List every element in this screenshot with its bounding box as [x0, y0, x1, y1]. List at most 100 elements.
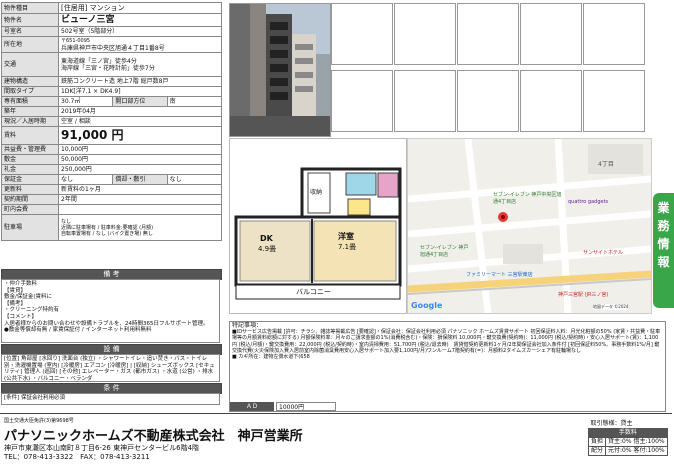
struct-value: 鉄筋コンクリート造 地上7階 総戸数8戸 [58, 76, 222, 87]
map-graphics [408, 139, 651, 313]
dk-label: DK [260, 234, 273, 243]
traffic-2: 海岸線「三宮・花時計前」徒歩7分 [61, 64, 155, 72]
rent-label: 賃料 [1, 126, 59, 145]
parking-label: 駐車場 [1, 214, 59, 241]
map-quattro: quattro gadgets [568, 199, 609, 205]
fee-row-label: 配分 [587, 446, 607, 456]
remarks-line: ・仲介手数料 [4, 281, 38, 287]
equipment-text: [位置] 角部屋 [水回り] 洗面台 (独立) ・シャワートイレ・追い焚き・バス… [1, 354, 220, 382]
room-label: 号室名 [1, 26, 59, 37]
deal-form-value: 貸主 [620, 420, 633, 427]
direction-label: 開口部方位 [112, 96, 168, 107]
direction-value: 南 [166, 96, 223, 107]
map-google-logo: Google [411, 301, 443, 310]
special-notes: 特記事項： ■IDサービス広告掲載 [許可：チラシ、雑誌等掲載広告 [要確認]・… [229, 321, 666, 412]
map-seven-eleven-2: セブン-イレブン 神戸旭通4丁目店 [420, 245, 469, 258]
storage-label: 収納 [310, 189, 323, 196]
transaction-table: 取引態様：貸主 手数料 負担 貸主:0% 借主:100% 配分 元付:0% 客付:1… [587, 420, 668, 456]
name-value: ビューノ三宮 [58, 13, 222, 27]
status-value: 空室 / 相談 [58, 116, 222, 127]
layout-label: 間取タイプ [1, 86, 59, 97]
guarantee-label: 保証金 [1, 174, 59, 185]
status-label: 現況／入居時期 [1, 116, 59, 127]
term-value: 2年間 [58, 194, 222, 205]
renewal-label: 更新料 [1, 184, 59, 195]
notes-key: ■ カギ所在：建物左側水道下(658 [232, 354, 310, 361]
remarks-line: ●敷金等償却有無 / 家賃保証付 / インターネット利用料無料 [4, 327, 152, 334]
type-label: 物件種目 [1, 2, 59, 14]
photo-slot [394, 70, 456, 132]
remarks-box: ・仲介手数料 【賃貸】 敷金/保証金(賃料に 【備考】 ・クリーニング特約有 【… [1, 279, 220, 343]
fee-value: 10,000円 [58, 144, 222, 155]
key-money-label: 礼金 [1, 164, 59, 175]
remarks-line: 【コメント】 [4, 313, 38, 320]
dk-size: 4.9畳 [258, 245, 277, 253]
traffic-1: 東海道線「三ノ宮」徒歩4分 [61, 57, 137, 65]
company-tel: TEL：078-413-3322 FAX：078-413-3211 [4, 453, 150, 461]
addr-label: 所在地 [1, 36, 59, 53]
key-money-value: 250,000円 [58, 164, 222, 175]
remarks-line: ・クリーニング特約有 [4, 307, 60, 314]
building-photo [229, 3, 331, 137]
license-number: 国土交通大臣免許(3)第9698号 [4, 418, 74, 424]
age-label: 築年 [1, 106, 59, 117]
postal-code: 〒651-0095 [61, 37, 91, 44]
fee-row-value: 元付:0% 客付:100% [605, 446, 668, 456]
renewal-value: 新賃料の1ヶ月 [58, 184, 222, 195]
building-photo-image [230, 4, 330, 136]
struct-label: 建物構造 [1, 76, 59, 87]
conditions-text: [条件] 保証会社利用必須 [1, 393, 220, 405]
layout-value: 1DK[洋7.1 × DK4.9] [58, 86, 222, 97]
map-family-mart: ファミリーマート 三宮駅東店 [466, 272, 533, 278]
photo-slot [583, 3, 645, 65]
location-map[interactable]: 4丁目 セブン-イレブン 神戸中央区旭通4丁目店 quattro gadgets… [407, 138, 652, 314]
amortize-value: なし [166, 174, 223, 185]
business-info-tab[interactable]: 業務情報 [653, 193, 674, 308]
map-seven-eleven: セブン-イレブン 神戸中央区旭通4丁目店 [493, 192, 562, 205]
fee-row-value: 貸主:0% 借主:100% [605, 437, 668, 447]
rent-value: 91,000 円 [58, 126, 222, 145]
balcony-label: バルコニー [296, 288, 331, 296]
ad-value: 10000円 [276, 402, 336, 411]
area-label: 専有面積 [1, 96, 59, 107]
photo-slot [457, 70, 519, 132]
photo-slot [331, 3, 393, 65]
map-copyright: 地図データ ©2024 [593, 304, 629, 310]
fee-label: 共益費・管理費 [1, 144, 59, 155]
parking-3: 自転車置場有 / なし (バイク置き場) 無し [61, 230, 153, 237]
business-info-text: 業務情報 [657, 201, 670, 269]
photo-slot [520, 3, 582, 65]
name-label: 物件名 [1, 13, 59, 27]
amortize-label: 償却・敷引 [112, 174, 168, 185]
deposit-value: 50,000円 [58, 154, 222, 165]
photo-slot [583, 70, 645, 132]
company-footer: 国土交通大臣免許(3)第9698号 パナソニックホームズ不動産株式会社 神戸営業… [0, 413, 672, 471]
western-size: 7.1畳 [338, 243, 357, 251]
remarks-line: 敷金/保証金(賃料に [4, 294, 52, 301]
area-value: 30.7㎡ [57, 96, 114, 107]
map-hotel: サンサイトホテル [583, 250, 624, 256]
traffic-label: 交通 [1, 52, 59, 77]
type-value: [住居用] マンション [58, 2, 222, 14]
notes-text: ■IDサービス広告掲載 [許可：チラシ、雑誌等掲載広告 [要確認]・保証会社：保… [232, 329, 661, 354]
term-label: 契約期間 [1, 194, 59, 205]
room-value: 502号室（5階部分） [58, 26, 222, 37]
photo-slot [457, 3, 519, 65]
map-station: 神戸三宮駅 (JR三ノ宮) [558, 292, 609, 298]
guarantee-value: なし [57, 174, 114, 185]
fee-header: 手数料 [588, 428, 668, 438]
deal-form-label: 取引態様： [590, 420, 621, 427]
fee-row-label: 負担 [587, 437, 607, 447]
community-fee-label: 町内会費 [1, 204, 59, 215]
map-area-label: 4丁目 [598, 161, 614, 168]
western-label: 洋室 [338, 232, 354, 241]
deposit-label: 敷金 [1, 154, 59, 165]
age-value: 2019年04月 [58, 106, 222, 117]
company-name: パナソニックホームズ不動産株式会社 神戸営業所 [4, 429, 303, 444]
community-fee-value [58, 204, 222, 215]
property-spec-table: 物件種目 [住居用] マンション 物件名 ビューノ三宮 号室名 502号室（5階部分）… [1, 2, 223, 241]
ad-label: ＡＤ [230, 402, 274, 411]
addr-value: 兵庫県神戸市中央区旭通４丁目1番8号 [61, 44, 165, 52]
floor-plan: 収納 DK 4.9畳 洋室 7.1畳 バルコニー [229, 138, 407, 314]
photo-slot [520, 70, 582, 132]
